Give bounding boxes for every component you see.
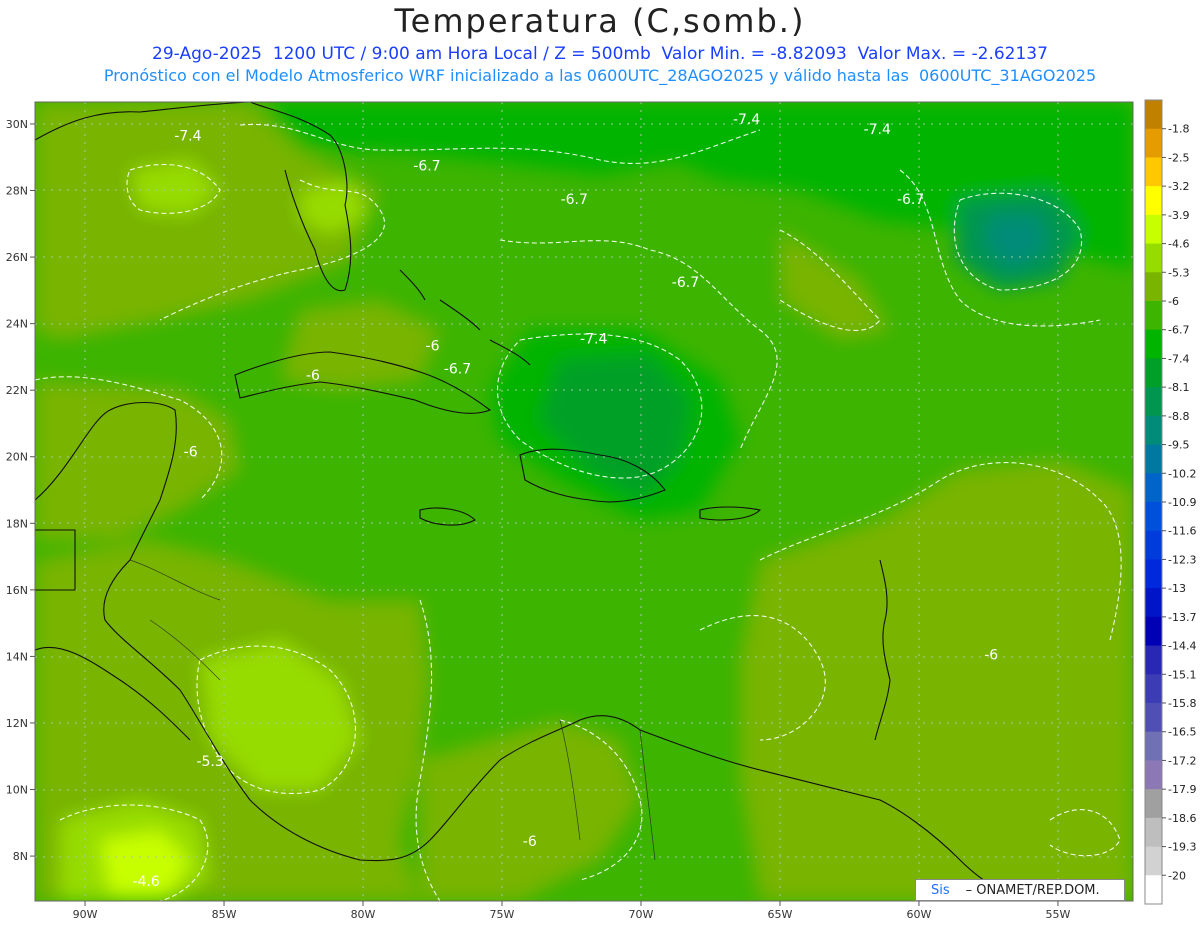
colorbar-swatch — [1145, 588, 1162, 618]
lon-tick-label: 90W — [73, 908, 98, 921]
colorbar-label: -20 — [1168, 869, 1186, 882]
colorbar-label: -10.9 — [1168, 496, 1196, 509]
colorbar-swatch — [1145, 789, 1162, 819]
latitude-labels: 30N 28N 26N 24N 22N 20N 18N 16N 14N 12N 10N 8N — [6, 118, 35, 863]
colorbar-label: -12.3 — [1168, 553, 1196, 566]
colorbar-label: -6 — [1168, 295, 1179, 308]
lat-tick-label: 22N — [6, 384, 28, 397]
colorbar-swatch — [1145, 846, 1162, 876]
colorbar-label: -16.5 — [1168, 726, 1196, 739]
credit-box: Sis – ONAMET/REP.DOM. — [915, 879, 1125, 901]
contour-label: -7.4 — [174, 129, 201, 145]
colorbar-label: -7.4 — [1168, 352, 1189, 365]
lat-tick-label: 18N — [6, 517, 28, 530]
colorbar-swatch — [1145, 616, 1162, 646]
colorbar-swatch — [1145, 760, 1162, 790]
colorbar-label: -4.6 — [1168, 238, 1189, 251]
lon-tick-label: 70W — [629, 908, 654, 921]
colorbar-label: -5.3 — [1168, 266, 1189, 279]
colorbar-swatch — [1145, 243, 1162, 273]
colorbar-label: -8.8 — [1168, 410, 1189, 423]
colorbar-label: -10.2 — [1168, 467, 1196, 480]
lon-tick-label: 65W — [768, 908, 793, 921]
lon-tick-label: 80W — [351, 908, 376, 921]
longitude-labels: 90W 85W 80W 75W 70W 65W 60W 55W — [73, 901, 1071, 921]
colorbar-swatch — [1145, 301, 1162, 331]
contour-label: -6.7 — [413, 159, 440, 175]
colorbar-swatch — [1145, 272, 1162, 302]
colorbar-label: -9.5 — [1168, 439, 1189, 452]
colorbar-swatch — [1145, 875, 1162, 905]
lat-tick-label: 28N — [6, 185, 28, 198]
contour-label: -6.7 — [444, 362, 471, 378]
contour-label: -6 — [523, 834, 537, 850]
colorbar-label: -18.6 — [1168, 812, 1196, 825]
lat-tick-label: 10N — [6, 784, 28, 797]
contour-label: -6.7 — [561, 192, 588, 208]
colorbar-swatch — [1145, 645, 1162, 675]
colorbar-label: -8.1 — [1168, 381, 1189, 394]
colorbar-swatch — [1145, 186, 1162, 216]
lon-tick-label: 60W — [907, 908, 932, 921]
contour-label: -7.4 — [580, 332, 607, 348]
lat-tick-label: 24N — [6, 318, 28, 331]
contour-label: -7.4 — [733, 112, 760, 128]
colorbar-label: -13.7 — [1168, 611, 1196, 624]
colorbar-swatch — [1145, 674, 1162, 704]
colorbar-swatch — [1145, 157, 1162, 187]
colorbar-swatch — [1145, 473, 1162, 503]
lon-tick-label: 55W — [1046, 908, 1071, 921]
colorbar-swatch — [1145, 128, 1162, 158]
colorbar-label: -19.3 — [1168, 841, 1196, 854]
lat-tick-label: 14N — [6, 650, 28, 663]
colorbar-label: -3.9 — [1168, 209, 1189, 222]
lat-tick-label: 12N — [6, 717, 28, 730]
colorbar-swatch — [1145, 329, 1162, 359]
lat-tick-label: 20N — [6, 451, 28, 464]
lat-tick-label: 30N — [6, 118, 28, 131]
colorbar-swatch — [1145, 444, 1162, 474]
lat-tick-label: 26N — [6, 251, 28, 264]
colorbar-label: -11.6 — [1168, 525, 1196, 538]
colorbar-swatch — [1145, 530, 1162, 560]
contour-label: -4.6 — [133, 874, 160, 890]
colorbar-swatch — [1145, 731, 1162, 761]
map-canvas: -7.4-7.4-7.4-6.7-6.7 -6.7-6.7-7.4-6-6 -6.7… — [6, 99, 1196, 921]
colorbar-label: -15.8 — [1168, 697, 1196, 710]
colorbar-swatch — [1145, 415, 1162, 445]
colorbar-label: -1.8 — [1168, 123, 1189, 136]
colorbar-label: -17.9 — [1168, 783, 1196, 796]
contour-label: -6.7 — [672, 275, 699, 291]
contour-label: -6 — [184, 445, 198, 461]
colorbar-swatch — [1145, 387, 1162, 417]
credit-text: – ONAMET/REP.DOM. — [965, 882, 1100, 898]
colorbar-swatch — [1145, 358, 1162, 388]
contour-label: -5.3 — [196, 754, 223, 770]
colorbar-swatch — [1145, 817, 1162, 847]
contour-label: -6 — [426, 338, 440, 354]
contour-label: -7.4 — [864, 122, 891, 138]
colorbar-label: -17.2 — [1168, 754, 1196, 767]
lat-tick-label: 16N — [6, 584, 28, 597]
temperature-field: -7.4-7.4-7.4-6.7-6.7 -6.7-6.7-7.4-6-6 -6.7… — [35, 102, 1133, 901]
lat-tick-label: 8N — [13, 850, 28, 863]
sis-label: Sis — [931, 882, 950, 898]
colorbar-swatch — [1145, 100, 1162, 130]
lon-tick-label: 85W — [212, 908, 237, 921]
colorbar-label: -3.2 — [1168, 180, 1189, 193]
colorbar: -1.8 -2.5 -3.2 -3.9 -4.6 -5.3 -6 -6.7 -7.4 -8.1 -8… — [1144, 99, 1196, 905]
colorbar-label: -6.7 — [1168, 324, 1189, 337]
colorbar-swatch — [1145, 214, 1162, 244]
lon-tick-label: 75W — [490, 908, 515, 921]
colorbar-swatch — [1145, 703, 1162, 733]
contour-label: -6 — [306, 368, 320, 384]
colorbar-label: -14.4 — [1168, 640, 1196, 653]
contour-label: -6 — [984, 648, 998, 664]
colorbar-swatch — [1145, 502, 1162, 532]
contour-label: -6.7 — [897, 192, 924, 208]
colorbar-swatch — [1145, 559, 1162, 589]
colorbar-label: -15.1 — [1168, 668, 1196, 681]
colorbar-label: -2.5 — [1168, 151, 1189, 164]
colorbar-label: -13 — [1168, 582, 1186, 595]
